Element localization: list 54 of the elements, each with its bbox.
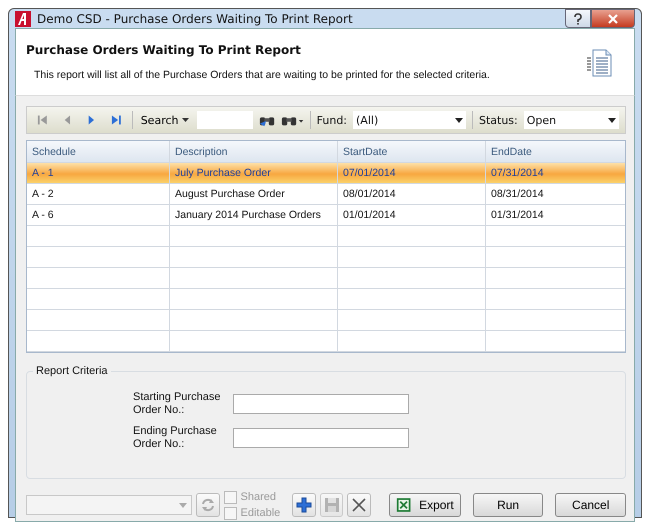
action-button[interactable]: Export bbox=[388, 493, 461, 517]
table-cell-text: 01/31/2014 bbox=[490, 208, 545, 223]
field-label: Starting Purchase Order No.: bbox=[133, 391, 222, 417]
report-description: This report will list all of the Purchase Orders that are waiting to be printed for the selected criteria. bbox=[33, 69, 491, 81]
report-title: Purchase Orders Waiting To Print Report bbox=[26, 43, 302, 57]
table-row[interactable]: A - 6 January 2014 Purchase Orders 01/01/2014 01/31/2014 bbox=[27, 205, 625, 226]
last-record-icon[interactable] bbox=[111, 114, 122, 126]
input-field[interactable] bbox=[233, 394, 409, 414]
help-button[interactable] bbox=[565, 9, 591, 28]
first-record-icon[interactable] bbox=[37, 114, 48, 126]
status-dropdown[interactable]: Open bbox=[524, 111, 619, 129]
group-title: Report Criteria bbox=[35, 365, 109, 377]
column-header[interactable]: Schedule bbox=[27, 141, 170, 162]
table-row[interactable]: A - 2 August Purchase Order 08/01/2014 08/31/2014 bbox=[27, 184, 625, 205]
input-field[interactable] bbox=[233, 428, 409, 448]
caret-icon bbox=[455, 118, 464, 122]
delete-icon bbox=[351, 497, 367, 513]
table-cell: A - 2 bbox=[27, 184, 170, 204]
column-header[interactable]: StartDate bbox=[338, 141, 486, 162]
fund-label: Fund: bbox=[316, 114, 348, 126]
action-button[interactable]: Run bbox=[472, 493, 544, 517]
window-title: Demo CSD - Purchase Orders Waiting To Print Report bbox=[37, 12, 353, 26]
report-document-icon bbox=[586, 49, 612, 77]
caret-icon bbox=[179, 503, 188, 508]
table-cell: A - 6 bbox=[27, 205, 170, 225]
action-button[interactable]: Cancel bbox=[555, 493, 626, 517]
table-cell: A - 1 bbox=[27, 163, 170, 183]
close-icon bbox=[607, 14, 619, 24]
table-row[interactable]: A - 1 July Purchase Order 07/01/2014 07/31/2014 bbox=[27, 163, 625, 184]
close-button[interactable] bbox=[591, 9, 635, 28]
refresh-icon bbox=[200, 497, 216, 513]
plus-icon bbox=[296, 497, 312, 513]
table-cell: 01/01/2014 bbox=[338, 205, 486, 225]
table-cell: 07/01/2014 bbox=[338, 163, 486, 183]
column-header[interactable]: Description bbox=[170, 141, 338, 162]
spreadsheet-icon bbox=[396, 496, 412, 514]
field-label: Ending Purchase Order No.: bbox=[133, 425, 218, 451]
status-label: Status: bbox=[478, 114, 518, 126]
table-cell: July Purchase Order bbox=[170, 163, 338, 183]
refresh-button[interactable] bbox=[196, 493, 220, 517]
table-cell: 08/01/2014 bbox=[338, 184, 486, 204]
table-cell-text: 07/31/2014 bbox=[490, 166, 545, 181]
caret-icon bbox=[182, 118, 188, 122]
add-button[interactable] bbox=[292, 493, 316, 517]
search-dropdown-button[interactable]: Search bbox=[138, 114, 190, 126]
delete-button[interactable] bbox=[347, 493, 371, 517]
table-cell: August Purchase Order bbox=[170, 184, 338, 204]
table-cell: January 2014 Purchase Orders bbox=[170, 205, 338, 225]
fund-dropdown[interactable]: (All) bbox=[353, 111, 466, 129]
column-header[interactable]: EndDate bbox=[486, 141, 625, 162]
search-field[interactable] bbox=[196, 111, 252, 129]
table-cell-text: 08/31/2014 bbox=[490, 187, 545, 202]
caret-icon bbox=[608, 118, 616, 122]
help-icon bbox=[573, 12, 583, 24]
